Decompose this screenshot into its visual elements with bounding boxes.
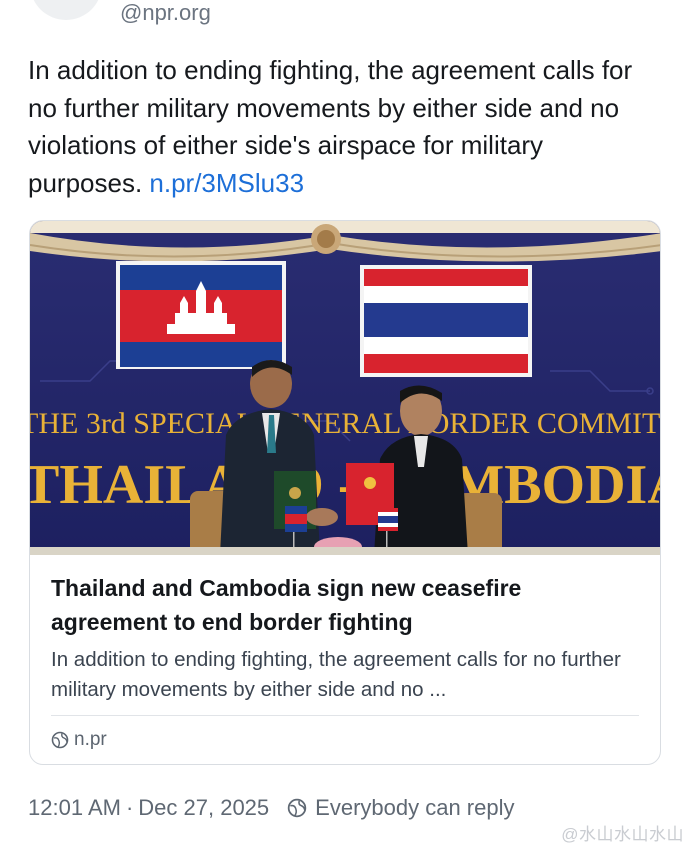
card-title[interactable]: Thailand and Cambodia sign new ceasefire… (51, 571, 641, 639)
link-preview-card[interactable]: THE 3rd SPECIAL GENERAL BORDER COMMITTEE… (29, 220, 661, 765)
globe-icon (51, 731, 69, 749)
post-time[interactable]: 12:01 AM (28, 795, 121, 821)
card-description: In addition to ending fighting, the agre… (51, 648, 621, 701)
card-domain-text: n.pr (74, 729, 107, 750)
author-avatar[interactable] (30, 0, 102, 20)
reply-setting[interactable]: Everybody can reply (315, 795, 514, 821)
globe-icon (287, 798, 307, 818)
watermark: @水山水山水山 (561, 825, 684, 844)
post-text: In addition to ending fighting, the agre… (28, 52, 658, 202)
card-divider (51, 715, 639, 716)
post-meta: 12:01 AM · Dec 27, 2025 Everybody can re… (28, 792, 514, 824)
post-link[interactable]: n.pr/3MSlu33 (149, 168, 304, 198)
meta-separator: · (125, 795, 134, 820)
post-body: In addition to ending fighting, the agre… (28, 55, 633, 198)
card-domain: n.pr (51, 725, 107, 755)
svg-text:THE 3rd SPECIAL GENERAL BORDER: THE 3rd SPECIAL GENERAL BORDER COMMITTEE (30, 407, 661, 440)
author-handle[interactable]: @npr.org (120, 0, 211, 26)
post-date[interactable]: Dec 27, 2025 (138, 795, 269, 821)
card-image[interactable]: THE 3rd SPECIAL GENERAL BORDER COMMITTEE… (30, 221, 661, 555)
svg-text:THAILAND - CAMBODIA: THAILAND - CAMBODIA (30, 454, 661, 516)
